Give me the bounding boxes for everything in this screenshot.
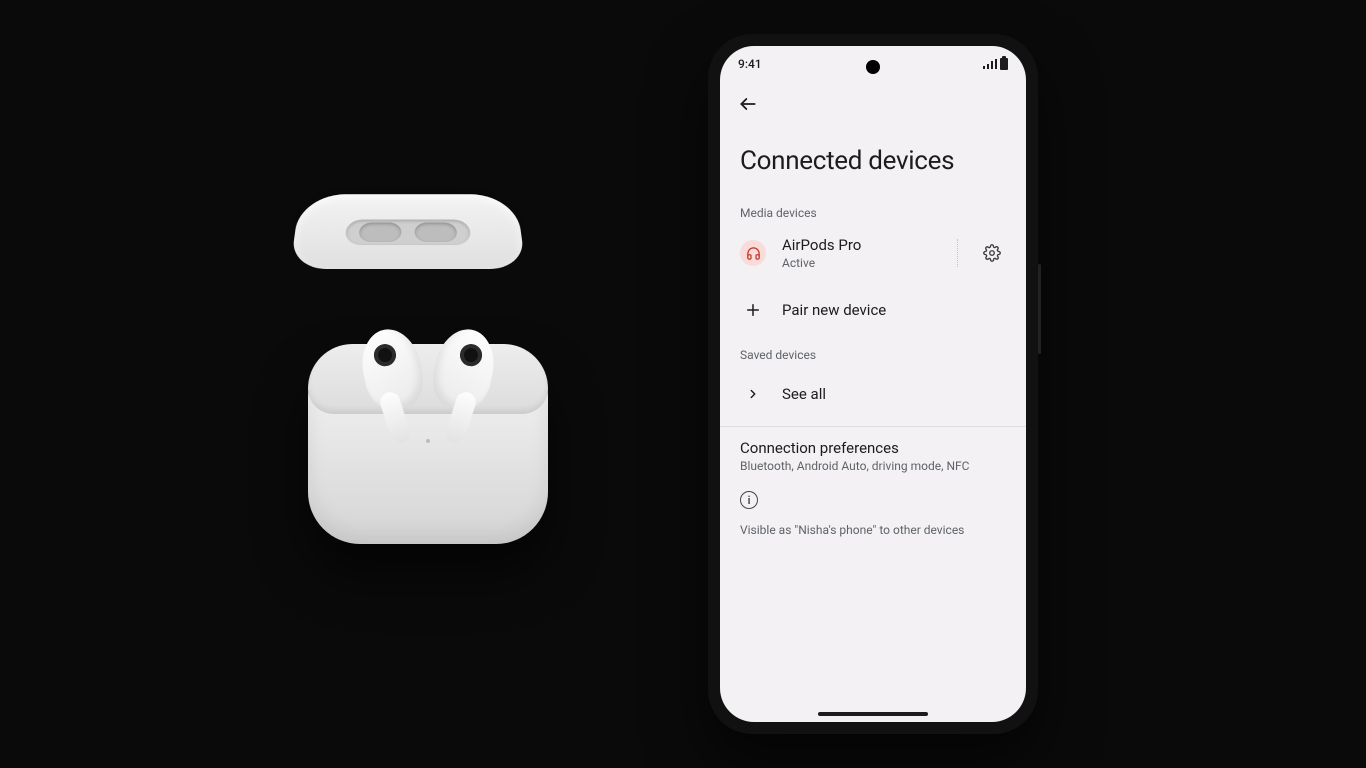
pref-title: Connection preferences	[740, 439, 1006, 457]
plus-icon	[744, 301, 762, 319]
back-button[interactable]	[734, 90, 762, 118]
visibility-text: Visible as "Nisha's phone" to other devi…	[720, 513, 1026, 547]
airpods-product-image	[288, 224, 568, 544]
airpods-case-body	[308, 344, 548, 544]
headphones-icon	[740, 240, 766, 266]
device-name: AirPods Pro	[782, 236, 937, 254]
status-time: 9:41	[738, 57, 762, 71]
gear-icon	[983, 244, 1001, 262]
phone-screen: 9:41 Connected devices Media devices Air	[720, 46, 1026, 722]
row-divider	[957, 239, 958, 267]
arrow-left-icon	[738, 94, 758, 114]
signal-icon	[983, 59, 997, 69]
section-label-media: Media devices	[720, 196, 1026, 224]
info-row: i	[720, 475, 1026, 513]
section-label-saved: Saved devices	[720, 338, 1026, 366]
device-row-airpods[interactable]: AirPods Pro Active	[720, 224, 1026, 282]
device-settings-button[interactable]	[978, 244, 1006, 262]
see-all-row[interactable]: See all	[720, 366, 1026, 422]
see-all-label: See all	[782, 385, 1006, 403]
pair-label: Pair new device	[782, 301, 1006, 319]
info-icon: i	[740, 491, 758, 509]
gesture-bar[interactable]	[818, 712, 928, 716]
pair-new-device-row[interactable]: Pair new device	[720, 282, 1026, 338]
battery-icon	[1000, 58, 1008, 70]
device-status: Active	[782, 256, 937, 270]
chevron-right-icon	[746, 387, 760, 401]
pref-subtitle: Bluetooth, Android Auto, driving mode, N…	[740, 459, 1006, 473]
page-title: Connected devices	[720, 124, 1026, 196]
airpods-case-lid	[290, 194, 526, 269]
connection-preferences-row[interactable]: Connection preferences Bluetooth, Androi…	[720, 427, 1026, 475]
phone-frame: 9:41 Connected devices Media devices Air	[708, 34, 1038, 734]
camera-hole	[866, 60, 880, 74]
